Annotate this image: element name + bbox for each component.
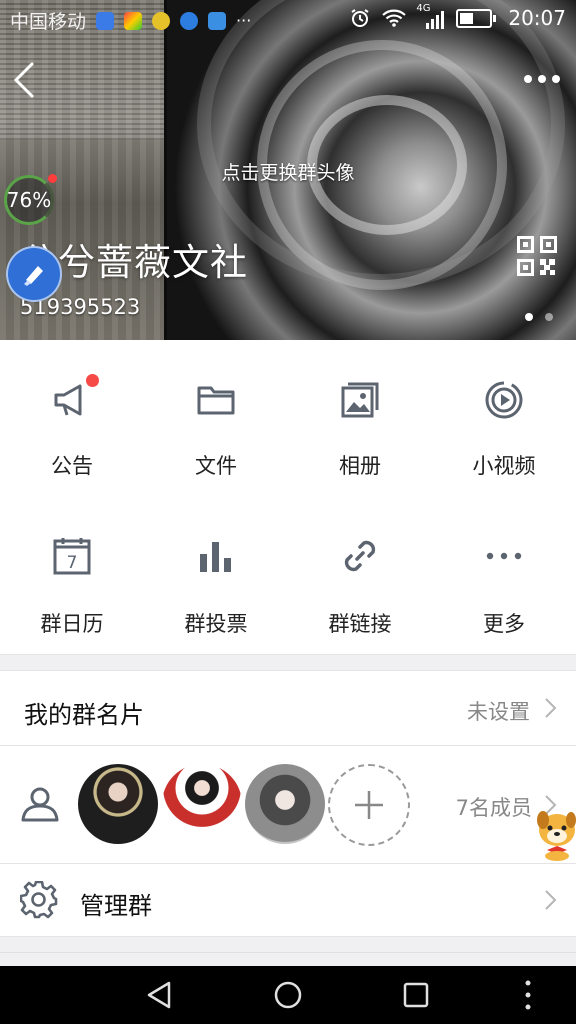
calendar-button[interactable]: 7 群日历	[0, 498, 144, 656]
nav-menu-button[interactable]	[488, 966, 568, 1024]
chevron-left-icon	[13, 62, 34, 98]
megaphone-icon	[54, 384, 82, 416]
plus-icon	[355, 791, 383, 819]
vertical-dots-icon	[525, 980, 531, 1010]
app-notification-icon	[180, 11, 199, 30]
network-type: 4G	[416, 3, 431, 14]
floating-progress-widget[interactable]: 76%	[4, 175, 54, 225]
more-icon	[486, 552, 522, 560]
app-notification-icon	[208, 11, 227, 30]
add-member-button[interactable]	[328, 764, 410, 846]
members-row[interactable]: 7名成员	[0, 746, 576, 863]
app-notification-icon	[124, 11, 143, 30]
manage-group-row[interactable]: 管理群	[0, 864, 576, 936]
manage-group-title: 管理群	[80, 892, 152, 920]
my-group-card-row[interactable]: 我的群名片 未设置	[0, 671, 576, 745]
nav-home-button[interactable]	[248, 966, 328, 1024]
app-notification-icon	[96, 11, 115, 30]
feature-label: 相册	[339, 454, 381, 478]
album-icon	[341, 382, 379, 418]
circle-home-icon	[274, 981, 302, 1009]
brush-icon	[24, 266, 43, 286]
files-button[interactable]: 文件	[144, 340, 288, 498]
system-navigation-bar	[0, 966, 576, 1024]
change-avatar-hint[interactable]: 点击更换群头像	[0, 158, 576, 185]
more-options-button[interactable]	[522, 66, 562, 92]
qr-code-icon[interactable]	[517, 236, 557, 276]
square-recents-icon	[403, 982, 429, 1008]
cover-pager	[525, 313, 553, 321]
dog-mascot-icon[interactable]	[533, 806, 576, 862]
nav-back-button[interactable]	[120, 966, 200, 1024]
my-group-card-title: 我的群名片	[24, 701, 144, 729]
announcement-button[interactable]: 公告	[0, 340, 144, 498]
vote-button[interactable]: 群投票	[144, 498, 288, 656]
triangle-back-icon	[147, 981, 171, 1009]
feature-label: 群投票	[184, 612, 248, 636]
vote-chart-icon	[200, 542, 231, 572]
signal-icon: 4G	[416, 3, 445, 29]
feature-grid: 公告 文件 相册 小视频 7 群日历 群投票 群链接 更多	[0, 340, 576, 656]
more-features-button[interactable]: 更多	[432, 498, 576, 656]
status-bar: 中国移动 ··· 4G 20:07	[0, 0, 576, 38]
progress-percent: 76%	[6, 188, 52, 212]
link-icon	[344, 540, 376, 572]
group-link-button[interactable]: 群链接	[288, 498, 432, 656]
chevron-right-icon	[545, 698, 557, 718]
battery-icon	[456, 8, 497, 28]
clock-time: 20:07	[508, 6, 566, 30]
section-divider	[0, 654, 576, 670]
feature-label: 群链接	[328, 612, 392, 636]
album-button[interactable]: 相册	[288, 340, 432, 498]
calendar-day: 7	[67, 553, 78, 573]
floating-app-button[interactable]	[6, 246, 62, 302]
notification-dot	[48, 174, 57, 183]
announcement-badge	[86, 374, 99, 387]
short-video-button[interactable]: 小视频	[432, 340, 576, 498]
feature-label: 小视频	[472, 454, 536, 478]
feature-label: 更多	[483, 612, 525, 636]
nav-recents-button[interactable]	[376, 966, 456, 1024]
carrier-label: 中国移动	[10, 11, 87, 33]
back-button[interactable]	[10, 58, 50, 102]
app-notification-icon	[152, 11, 171, 30]
chevron-right-icon	[545, 890, 557, 910]
member-avatar[interactable]	[78, 764, 158, 844]
member-avatar[interactable]	[162, 764, 242, 844]
feature-label: 群日历	[40, 612, 104, 636]
member-count: 7名成员	[455, 796, 532, 820]
wifi-icon	[382, 9, 407, 27]
video-icon	[485, 381, 523, 419]
gear-icon	[20, 881, 58, 919]
folder-icon	[197, 386, 235, 415]
calendar-icon: 7	[53, 538, 91, 575]
group-header: 中国移动 ··· 4G 20:07 点击更换群头像 兮兮蔷薇文社 5193955…	[0, 0, 576, 340]
more-notifications-icon: ···	[236, 11, 252, 30]
my-group-card-value: 未设置	[467, 700, 530, 724]
feature-label: 公告	[51, 454, 93, 478]
feature-label: 文件	[195, 454, 237, 478]
members-icon	[21, 787, 59, 822]
member-avatar[interactable]	[245, 764, 325, 844]
alarm-icon	[351, 9, 369, 27]
